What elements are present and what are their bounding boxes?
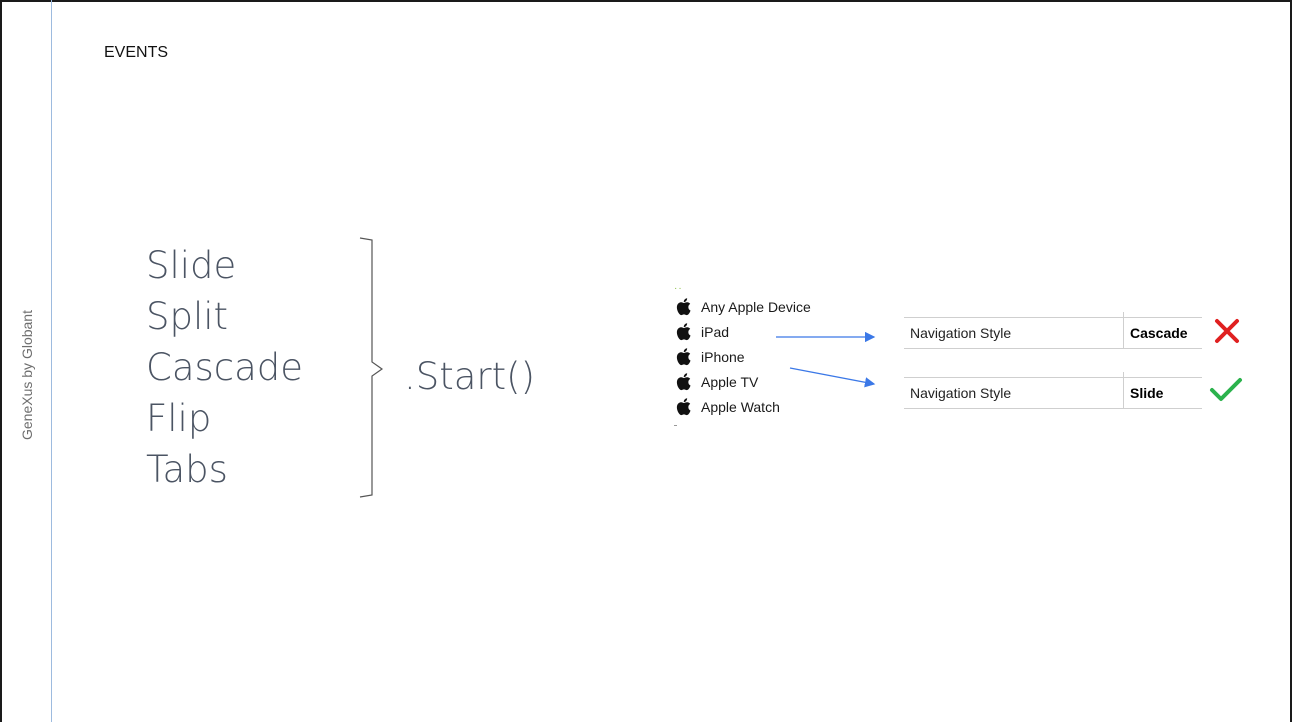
start-method: .Start() <box>404 355 536 398</box>
slide-title: EVENTS <box>104 44 169 61</box>
apple-icon <box>676 348 691 366</box>
check-icon <box>1210 378 1242 401</box>
device-label: iPad <box>701 323 730 340</box>
style-item-cascade: Cascade <box>146 346 304 389</box>
apple-icon <box>676 323 691 341</box>
cross-icon <box>1215 319 1239 343</box>
apple-icon <box>676 298 691 316</box>
style-item-flip: Flip <box>146 397 212 440</box>
navigation-styles-list: Slide Split Cascade Flip Tabs <box>146 240 303 495</box>
device-label: Apple Watch <box>701 398 780 415</box>
device-item-any-apple-device: Any Apple Device <box>674 294 811 319</box>
style-item-split: Split <box>146 295 229 338</box>
property-name: Navigation Style <box>910 325 1012 341</box>
style-item-slide: Slide <box>146 244 237 287</box>
property-name: Navigation Style <box>910 385 1012 401</box>
device-label: Apple TV <box>701 373 759 390</box>
side-label-text: GeneXus by Globant <box>19 310 36 440</box>
device-label: Any Apple Device <box>701 298 811 315</box>
property-value: Cascade <box>1130 325 1188 341</box>
property-value: Slide <box>1130 385 1164 401</box>
side-label: GeneXus by Globant <box>12 300 42 450</box>
device-item-apple-watch: Apple Watch <box>674 394 811 419</box>
device-dots-marker: ·· <box>674 283 683 294</box>
property-row-slide: Navigation Style Slide <box>904 372 1202 409</box>
apple-icon <box>676 398 691 416</box>
side-divider <box>51 0 52 722</box>
arrow-iphone-to-slide <box>789 367 876 388</box>
device-list-underline <box>674 425 677 426</box>
property-row-cascade: Navigation Style Cascade <box>904 312 1202 349</box>
right-brace <box>359 237 384 498</box>
device-label: iPhone <box>701 348 745 365</box>
style-item-tabs: Tabs <box>146 448 228 491</box>
apple-icon <box>676 373 691 391</box>
device-arrows <box>776 331 876 388</box>
